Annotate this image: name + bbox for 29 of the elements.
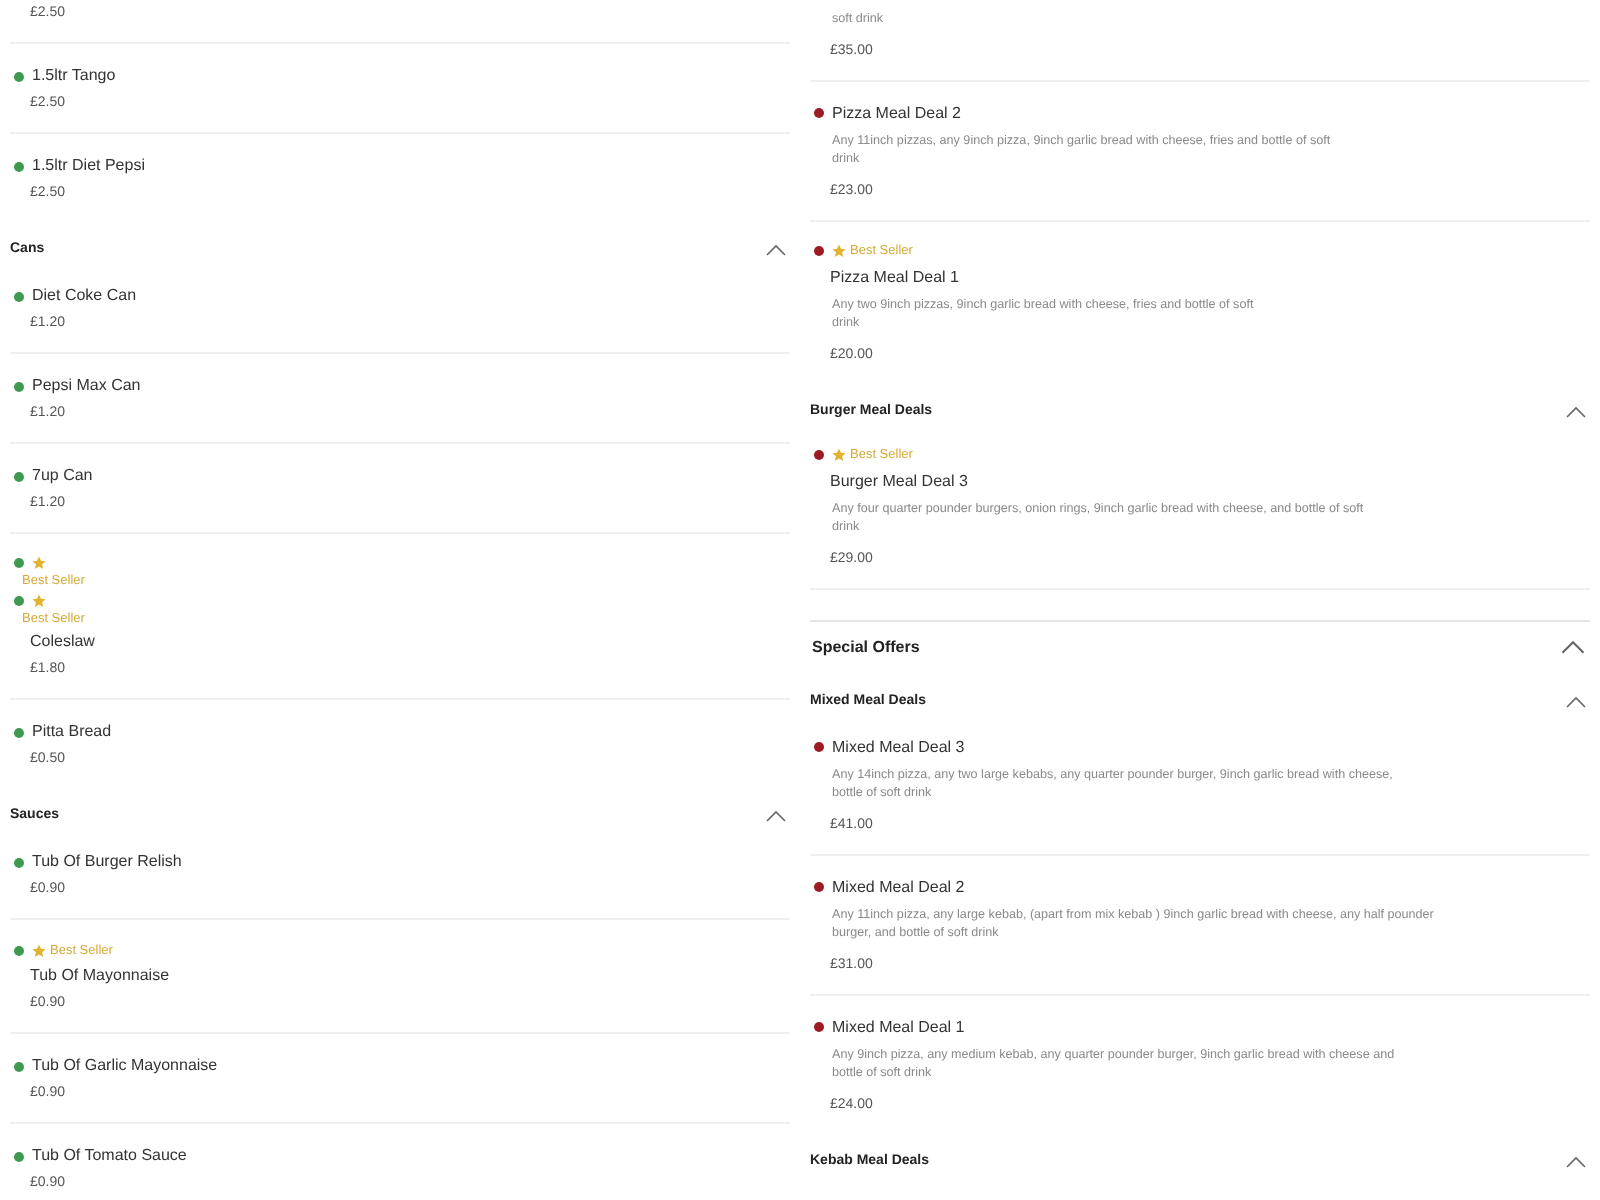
star-icon — [832, 244, 846, 258]
collapse-chevron-icon[interactable] — [766, 810, 786, 822]
collapse-chevron-icon[interactable] — [1560, 640, 1586, 654]
star-icon — [32, 943, 46, 957]
star-icon — [32, 555, 46, 569]
item-name[interactable]: Pepsi Max Can — [32, 372, 141, 400]
item-name[interactable]: Pizza Meal Deal 2 — [832, 99, 961, 127]
item-name[interactable]: Tub Of Tomato Sauce — [32, 1142, 187, 1170]
star-icon — [832, 448, 846, 462]
item-name[interactable]: Mixed Meal Deal 1 — [832, 1013, 965, 1041]
item-name[interactable]: 7up Can — [32, 462, 93, 490]
star-icon — [32, 593, 46, 607]
item-name[interactable]: Diet Coke Can — [32, 282, 137, 310]
item-name[interactable]: 1.5ltr Tango — [32, 62, 116, 90]
collapse-chevron-icon[interactable] — [1566, 1155, 1586, 1167]
item-name[interactable]: Tub Of Garlic Mayonnaise — [32, 1052, 218, 1080]
item-name[interactable]: Tub Of Mayonnaise — [10, 962, 790, 990]
collapse-chevron-icon[interactable] — [1566, 695, 1586, 707]
item-name[interactable]: 1.5ltr Diet Pepsi — [32, 152, 145, 180]
collapse-chevron-icon[interactable] — [1566, 405, 1586, 417]
item-name[interactable]: Pizza Meal Deal 1 — [810, 263, 1590, 291]
item-name[interactable]: Pitta Bread — [32, 718, 112, 746]
item-name[interactable]: Coleslaw — [10, 628, 790, 656]
item-name[interactable]: Mixed Meal Deal 2 — [832, 873, 965, 901]
item-name[interactable]: Burger Meal Deal 3 — [810, 467, 1590, 495]
item-name[interactable]: Tub Of Burger Relish — [32, 848, 182, 876]
collapse-chevron-icon[interactable] — [766, 244, 786, 256]
category-title[interactable]: Special Offers — [812, 638, 920, 656]
item-name[interactable]: Mixed Meal Deal 3 — [832, 733, 965, 761]
